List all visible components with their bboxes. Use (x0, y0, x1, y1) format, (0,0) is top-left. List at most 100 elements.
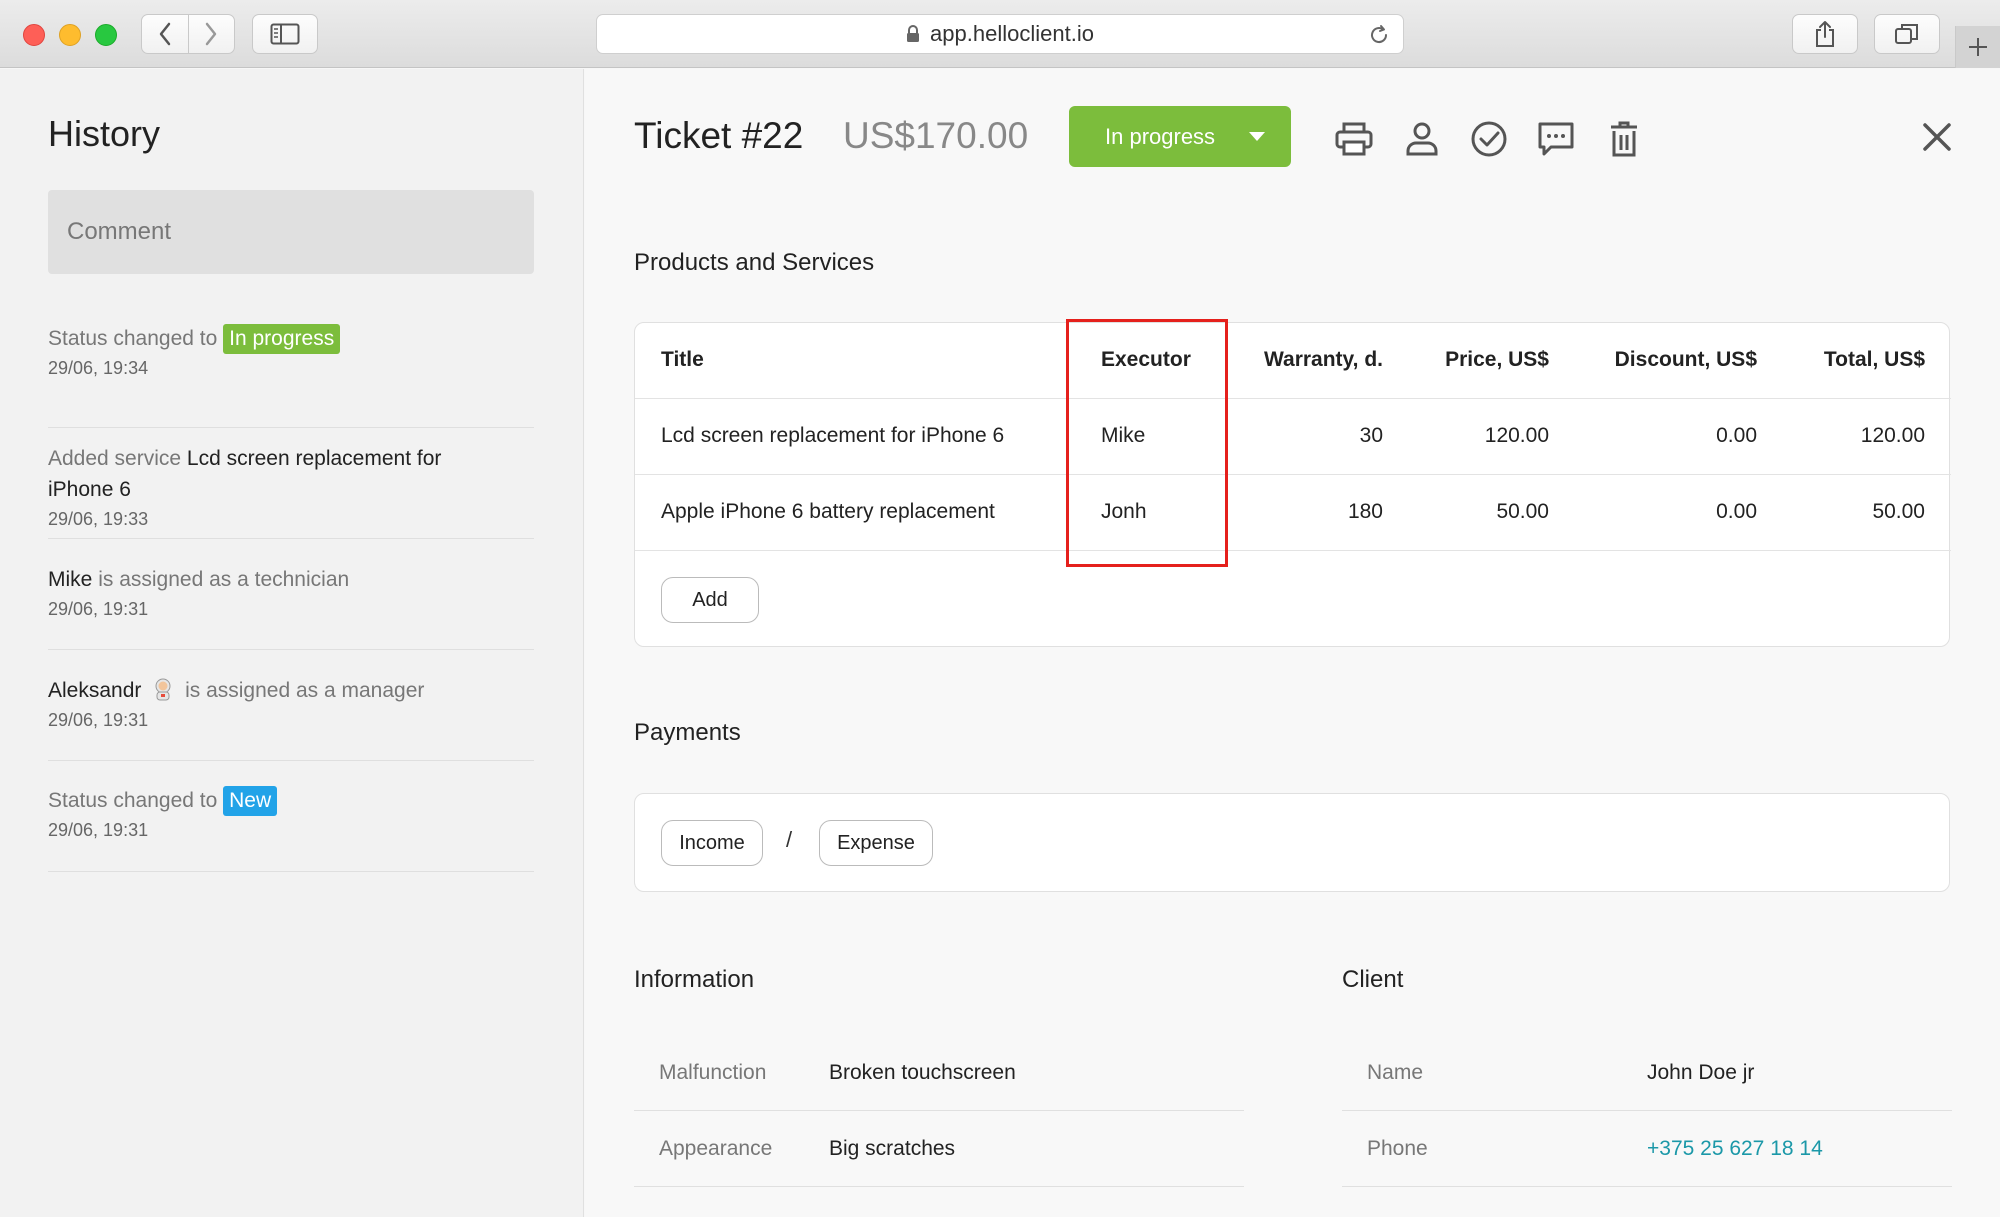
history-time: 29/06, 19:31 (48, 599, 149, 619)
astronaut-emoji-icon (155, 678, 171, 701)
sidebar-icon (270, 23, 300, 45)
status-badge: In progress (223, 324, 341, 354)
info-value: Big scratches (829, 1136, 956, 1160)
client-section-title: Client (1342, 966, 1404, 993)
complete-button[interactable] (1469, 119, 1509, 159)
column-header-warranty: Warranty, d. (1225, 323, 1383, 399)
history-text: is assigned as a manager (185, 679, 425, 702)
print-button[interactable] (1334, 119, 1374, 159)
window-minimize-button[interactable] (59, 24, 81, 46)
add-product-button[interactable]: Add (661, 577, 759, 623)
history-item: Added service Lcd screen replacement for… (48, 428, 534, 539)
table-row[interactable]: Apple iPhone 6 battery replacement Jonh … (635, 474, 1951, 551)
column-header-discount: Discount, US$ (1549, 323, 1757, 399)
new-tab-button[interactable] (1955, 26, 2000, 68)
expense-button[interactable]: Expense (819, 820, 933, 866)
close-icon[interactable] (1919, 119, 1955, 155)
chevron-left-icon (159, 22, 170, 46)
ticket-title: Ticket #22 (634, 115, 804, 156)
column-header-title: Title (635, 323, 1065, 399)
share-icon (1816, 21, 1834, 47)
history-time: 29/06, 19:34 (48, 358, 149, 378)
delete-button[interactable] (1604, 119, 1644, 159)
products-card: Title Executor Warranty, d. Price, US$ D… (634, 322, 1951, 647)
cell-title: Lcd screen replacement for iPhone 6 (635, 398, 1065, 475)
browser-toolbar: app.helloclient.io (0, 0, 2000, 68)
share-button[interactable] (1792, 14, 1858, 54)
history-text: Added service (48, 447, 182, 470)
history-text: Status changed to (48, 327, 218, 350)
ticket-price: US$170.00 (843, 115, 1029, 156)
client-phone-link[interactable]: +375 25 627 18 14 (1647, 1137, 1823, 1161)
client-value: John Doe jr (1647, 1060, 1755, 1084)
income-button[interactable]: Income (661, 820, 763, 866)
forward-button[interactable] (187, 15, 235, 53)
payments-separator: / (786, 827, 793, 852)
products-section-title: Products and Services (634, 249, 875, 276)
history-time: 29/06, 19:31 (48, 710, 149, 730)
information-section-title: Information (634, 966, 755, 993)
client-row-phone: Phone +375 25 627 18 14 (1342, 1111, 1952, 1187)
manager-name[interactable]: Aleksandr (48, 679, 141, 702)
info-key: Appearance (659, 1136, 773, 1160)
service-link-continued[interactable]: iPhone 6 (48, 474, 534, 505)
products-table: Title Executor Warranty, d. Price, US$ D… (635, 323, 1951, 551)
sidebar-toggle-button[interactable] (252, 14, 318, 54)
tabs-overview-button[interactable] (1874, 14, 1940, 54)
table-row[interactable]: Lcd screen replacement for iPhone 6 Mike… (635, 398, 1951, 475)
address-bar[interactable]: app.helloclient.io (596, 14, 1404, 54)
cell-discount: 0.00 (1549, 398, 1757, 475)
technician-name[interactable]: Mike (48, 568, 92, 591)
lock-icon (907, 25, 920, 42)
url-text: app.helloclient.io (930, 21, 1094, 46)
column-header-total: Total, US$ (1757, 323, 1951, 399)
history-sidebar: History Comment Status changed to In pro… (0, 69, 584, 1217)
info-row-appearance: Appearance Big scratches (634, 1111, 1244, 1187)
trash-icon (1611, 121, 1637, 157)
history-item: Aleksandr is assigned as a manager 29/06… (48, 650, 534, 761)
info-value: Broken touchscreen (829, 1060, 1016, 1084)
payments-card: Income / Expense (634, 793, 1950, 892)
cell-price: 120.00 (1383, 398, 1549, 475)
reload-icon[interactable] (1367, 23, 1391, 47)
user-icon (1406, 122, 1438, 156)
history-item: Status changed to New 29/06, 19:31 (48, 761, 534, 872)
chevron-right-icon (206, 22, 217, 46)
cell-total: 50.00 (1757, 474, 1951, 551)
ticket-panel: Ticket #22 US$170.00 In progress Product… (585, 69, 2000, 1217)
plus-icon (1969, 38, 1987, 56)
history-text: Status changed to (48, 789, 218, 812)
history-time: 29/06, 19:33 (48, 509, 149, 529)
client-key: Phone (1367, 1136, 1428, 1160)
client-key: Name (1367, 1060, 1424, 1084)
history-title: History (48, 113, 161, 154)
cell-warranty: 180 (1225, 474, 1383, 551)
cell-discount: 0.00 (1549, 474, 1757, 551)
cell-warranty: 30 (1225, 398, 1383, 475)
window-zoom-button[interactable] (95, 24, 117, 46)
status-dropdown[interactable]: In progress (1069, 106, 1291, 167)
table-header-row: Title Executor Warranty, d. Price, US$ D… (635, 323, 1951, 399)
assign-user-button[interactable] (1402, 119, 1442, 159)
history-text: is assigned as a technician (98, 568, 350, 591)
tabs-icon (1895, 24, 1918, 44)
history-item: Mike is assigned as a technician 29/06, … (48, 539, 534, 650)
comment-input[interactable]: Comment (48, 190, 534, 274)
comment-icon (1538, 122, 1574, 156)
cell-title: Apple iPhone 6 battery replacement (635, 474, 1065, 551)
caret-down-icon (1249, 132, 1265, 141)
back-button[interactable] (142, 15, 188, 53)
check-circle-icon (1471, 121, 1507, 157)
column-header-price: Price, US$ (1383, 323, 1549, 399)
history-nav (141, 14, 235, 54)
status-badge: New (223, 786, 278, 816)
info-key: Malfunction (659, 1060, 767, 1084)
service-link[interactable]: Lcd screen replacement for (187, 447, 441, 470)
history-time: 29/06, 19:31 (48, 820, 149, 840)
comment-button[interactable] (1536, 119, 1576, 159)
client-row-name: Name John Doe jr (1342, 1035, 1952, 1111)
history-item: Status changed to In progress 29/06, 19:… (48, 317, 534, 428)
print-icon (1335, 122, 1373, 156)
status-label: In progress (1105, 123, 1216, 149)
window-close-button[interactable] (23, 24, 45, 46)
